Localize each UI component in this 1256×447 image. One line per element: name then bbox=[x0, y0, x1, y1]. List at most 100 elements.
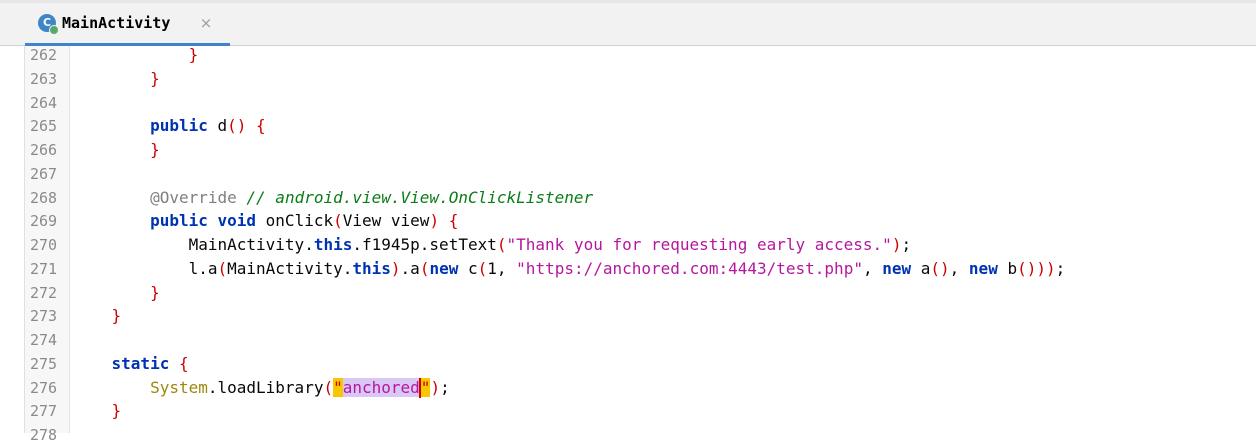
code-token: .f1945p.setText bbox=[352, 235, 497, 254]
tool-window-strip bbox=[0, 46, 25, 433]
line-number: 275 bbox=[30, 354, 58, 373]
code-token: ; bbox=[901, 235, 912, 254]
code-token: .a bbox=[400, 258, 420, 278]
line-number: 271 bbox=[30, 259, 58, 278]
code-text: MainActivity.this.f1945p.setText("Thank … bbox=[73, 233, 912, 257]
code-token: public bbox=[150, 116, 208, 136]
code-token: ; bbox=[440, 377, 450, 397]
code-line: } bbox=[70, 399, 1256, 423]
tab-title: MainActivity bbox=[62, 14, 171, 32]
code-text: static { bbox=[73, 352, 189, 376]
code-token: ( bbox=[333, 211, 343, 231]
code-text: } bbox=[73, 281, 160, 305]
code-token: ())) bbox=[1017, 258, 1056, 278]
code-line: System.loadLibrary("anchored"); bbox=[70, 376, 1256, 400]
code-token: anchored bbox=[342, 377, 420, 397]
code-token: { bbox=[448, 211, 459, 231]
code-token: new bbox=[429, 258, 459, 278]
line-number: 265 bbox=[30, 117, 58, 136]
code-token: d bbox=[207, 116, 228, 136]
line-number: 264 bbox=[30, 93, 58, 112]
code-line: } bbox=[70, 46, 1256, 67]
code-token: ) bbox=[891, 235, 902, 254]
code-token: .loadLibrary bbox=[207, 377, 324, 397]
code-line: public void onClick(View view) { bbox=[70, 209, 1256, 233]
code-token: System bbox=[150, 377, 208, 397]
code-token: } bbox=[150, 282, 160, 302]
code-token: } bbox=[111, 401, 122, 421]
line-number: 273 bbox=[30, 307, 58, 326]
code-text: l.a(MainActivity.this).a(new c(1, "https… bbox=[73, 257, 1066, 281]
code-token: // android.view.View.OnClickListener bbox=[246, 187, 594, 207]
class-icon-badge bbox=[49, 25, 59, 35]
code-line: l.a(MainActivity.this).a(new c(1, "https… bbox=[70, 257, 1256, 281]
code-line: } bbox=[70, 138, 1256, 162]
code-token: ) bbox=[429, 211, 440, 231]
code-token: "https://anchored.com:4443/test.php" bbox=[516, 258, 863, 278]
code-text: public void onClick(View view) { bbox=[73, 209, 458, 233]
code-token: b bbox=[997, 258, 1018, 278]
code-token: ( bbox=[217, 258, 228, 278]
tab-mainactivity[interactable]: C MainActivity × bbox=[25, 3, 230, 47]
code-text: } bbox=[73, 46, 199, 67]
code-token: c bbox=[458, 258, 478, 278]
code-token: ; bbox=[1055, 258, 1066, 278]
code-token: } bbox=[111, 306, 122, 326]
code-token: View view bbox=[342, 211, 430, 231]
code-line: public d() { bbox=[70, 114, 1256, 138]
code-token: , bbox=[949, 258, 969, 278]
line-number: 269 bbox=[30, 212, 58, 231]
code-line: static { bbox=[70, 352, 1256, 376]
code-token: MainActivity. bbox=[227, 258, 353, 278]
code-token: ) bbox=[390, 258, 401, 278]
code-line: } bbox=[70, 67, 1256, 91]
code-token: l.a bbox=[73, 258, 218, 278]
code-token: ( bbox=[323, 377, 334, 397]
code-editor[interactable]: } } public d() { } @Override // android.… bbox=[70, 46, 1256, 433]
editor-tab-bar: C MainActivity × bbox=[0, 0, 1256, 47]
code-line: MainActivity.this.f1945p.setText("Thank … bbox=[70, 233, 1256, 257]
code-token: public bbox=[150, 211, 208, 231]
code-token: @Override bbox=[150, 187, 237, 207]
code-text: } bbox=[73, 67, 160, 91]
close-tab-icon[interactable]: × bbox=[199, 13, 213, 33]
code-token: a bbox=[911, 258, 931, 278]
code-token: ( bbox=[419, 258, 430, 278]
code-token: MainActivity. bbox=[73, 235, 314, 254]
code-token: ( bbox=[477, 258, 488, 278]
code-token: } bbox=[150, 140, 160, 159]
code-line: } bbox=[70, 281, 1256, 305]
code-token: { bbox=[178, 353, 189, 373]
line-number: 267 bbox=[30, 164, 58, 183]
code-token: () bbox=[227, 116, 247, 136]
line-number: 276 bbox=[30, 378, 58, 397]
code-token: , bbox=[862, 258, 883, 278]
code-token: new bbox=[968, 258, 998, 278]
code-token: this bbox=[352, 258, 391, 278]
code-token: ) bbox=[430, 377, 441, 397]
code-token: " bbox=[420, 377, 431, 397]
line-number: 278 bbox=[30, 426, 58, 444]
code-token: } bbox=[150, 68, 160, 88]
line-number: 262 bbox=[30, 46, 58, 64]
code-token: 1, bbox=[487, 258, 517, 278]
line-number: 266 bbox=[30, 141, 58, 159]
code-token: this bbox=[313, 235, 353, 254]
code-text: public d() { bbox=[73, 114, 266, 138]
